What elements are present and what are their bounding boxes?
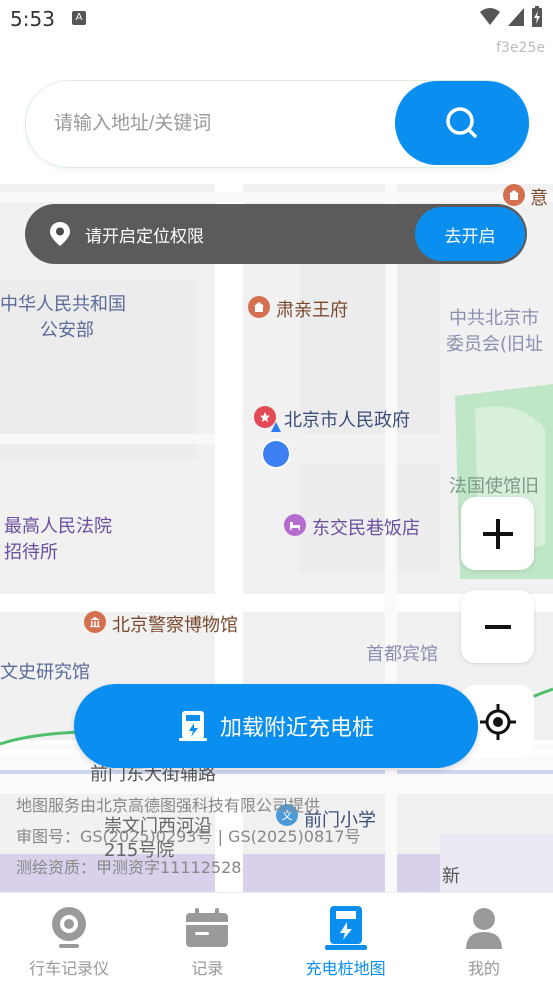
charger-station-icon xyxy=(178,711,207,741)
search-bar xyxy=(25,80,529,168)
map-label-dongjiao: 东交民巷饭店 xyxy=(312,518,420,539)
tab-profile[interactable]: 我的 xyxy=(415,893,553,985)
map-label-cpc-beijing-2: 委员会(旧址 xyxy=(446,334,544,355)
search-icon xyxy=(446,107,477,138)
status-time: 5:53 xyxy=(10,7,55,31)
map-label-prc-security-2: 公安部 xyxy=(40,320,94,341)
calendar-icon xyxy=(186,908,229,947)
map-label-wenshi: 文史研究馆 xyxy=(0,662,90,683)
palace-pin-icon-2[interactable] xyxy=(503,184,525,206)
status-bar: 5:53 A xyxy=(0,0,553,40)
status-icons xyxy=(479,6,543,28)
search-input[interactable] xyxy=(52,81,396,167)
user-icon xyxy=(465,908,502,949)
map-label-beijing-gov: 北京市人民政府 xyxy=(284,410,410,431)
user-location-icon xyxy=(262,422,290,469)
map-label-court-2: 招待所 xyxy=(4,542,58,563)
zoom-out-button[interactable] xyxy=(461,590,534,663)
hotel-pin-icon[interactable] xyxy=(284,514,306,536)
wifi-icon xyxy=(480,8,500,25)
notification-a-icon: A xyxy=(72,11,86,25)
tab-label: 充电桩地图 xyxy=(305,959,386,978)
location-banner-text: 请开启定位权限 xyxy=(85,227,204,247)
map-label-cpc-beijing-1: 中共北京市 xyxy=(449,308,539,329)
map-label-xin: 新 xyxy=(442,866,460,887)
signal-icon xyxy=(508,8,524,26)
search-button[interactable] xyxy=(395,81,529,165)
map-label-prc-security-1: 中华人民共和国 xyxy=(0,294,126,315)
tab-charger-map[interactable]: 充电桩地图 xyxy=(277,893,415,985)
enable-location-button[interactable]: 去开启 xyxy=(415,207,525,261)
crosshair-icon xyxy=(479,703,516,740)
dashcam-icon xyxy=(52,907,87,948)
plus-icon xyxy=(482,518,513,549)
bottom-tab-bar: 行车记录仪 记录 充电桩地图 我的 xyxy=(0,892,553,985)
load-nearby-chargers-button[interactable]: 加载附近充电桩 xyxy=(74,684,478,768)
tab-dashcam[interactable]: 行车记录仪 xyxy=(0,893,138,985)
map-label-yi: 意 xyxy=(530,188,548,209)
tab-label: 我的 xyxy=(467,959,500,978)
palace-pin-icon[interactable] xyxy=(248,296,270,318)
map-credit-line2: 审图号：GS(2025)0293号 | GS(2025)0817号 xyxy=(16,827,361,846)
build-hash: f3e25e xyxy=(496,40,545,56)
map-label-police-museum: 北京警察博物馆 xyxy=(112,615,238,636)
minus-icon xyxy=(484,624,511,629)
battery-icon xyxy=(532,6,542,27)
map-label-court-1: 最高人民法院 xyxy=(4,516,112,537)
load-button-label: 加载附近充电桩 xyxy=(219,716,374,741)
tab-records[interactable]: 记录 xyxy=(138,893,276,985)
location-pin-icon xyxy=(50,222,70,246)
map-label-french-embassy: 法国使馆旧 xyxy=(449,476,539,497)
map-label-suqin: 肃亲王府 xyxy=(276,300,348,321)
map-credit-line1: 地图服务由北京高德图强科技有限公司提供 xyxy=(16,796,321,815)
zoom-in-button[interactable] xyxy=(461,497,534,570)
location-permission-banner: 请开启定位权限 去开启 xyxy=(25,204,527,264)
tab-label: 行车记录仪 xyxy=(29,959,110,978)
map-label-shoudu-hotel: 首都宾馆 xyxy=(366,644,438,665)
tab-label: 记录 xyxy=(191,959,224,978)
museum-pin-icon[interactable] xyxy=(84,611,106,633)
charger-icon xyxy=(324,906,367,950)
map-credit-line3: 测绘资质：甲测资字11112528 xyxy=(16,858,242,877)
